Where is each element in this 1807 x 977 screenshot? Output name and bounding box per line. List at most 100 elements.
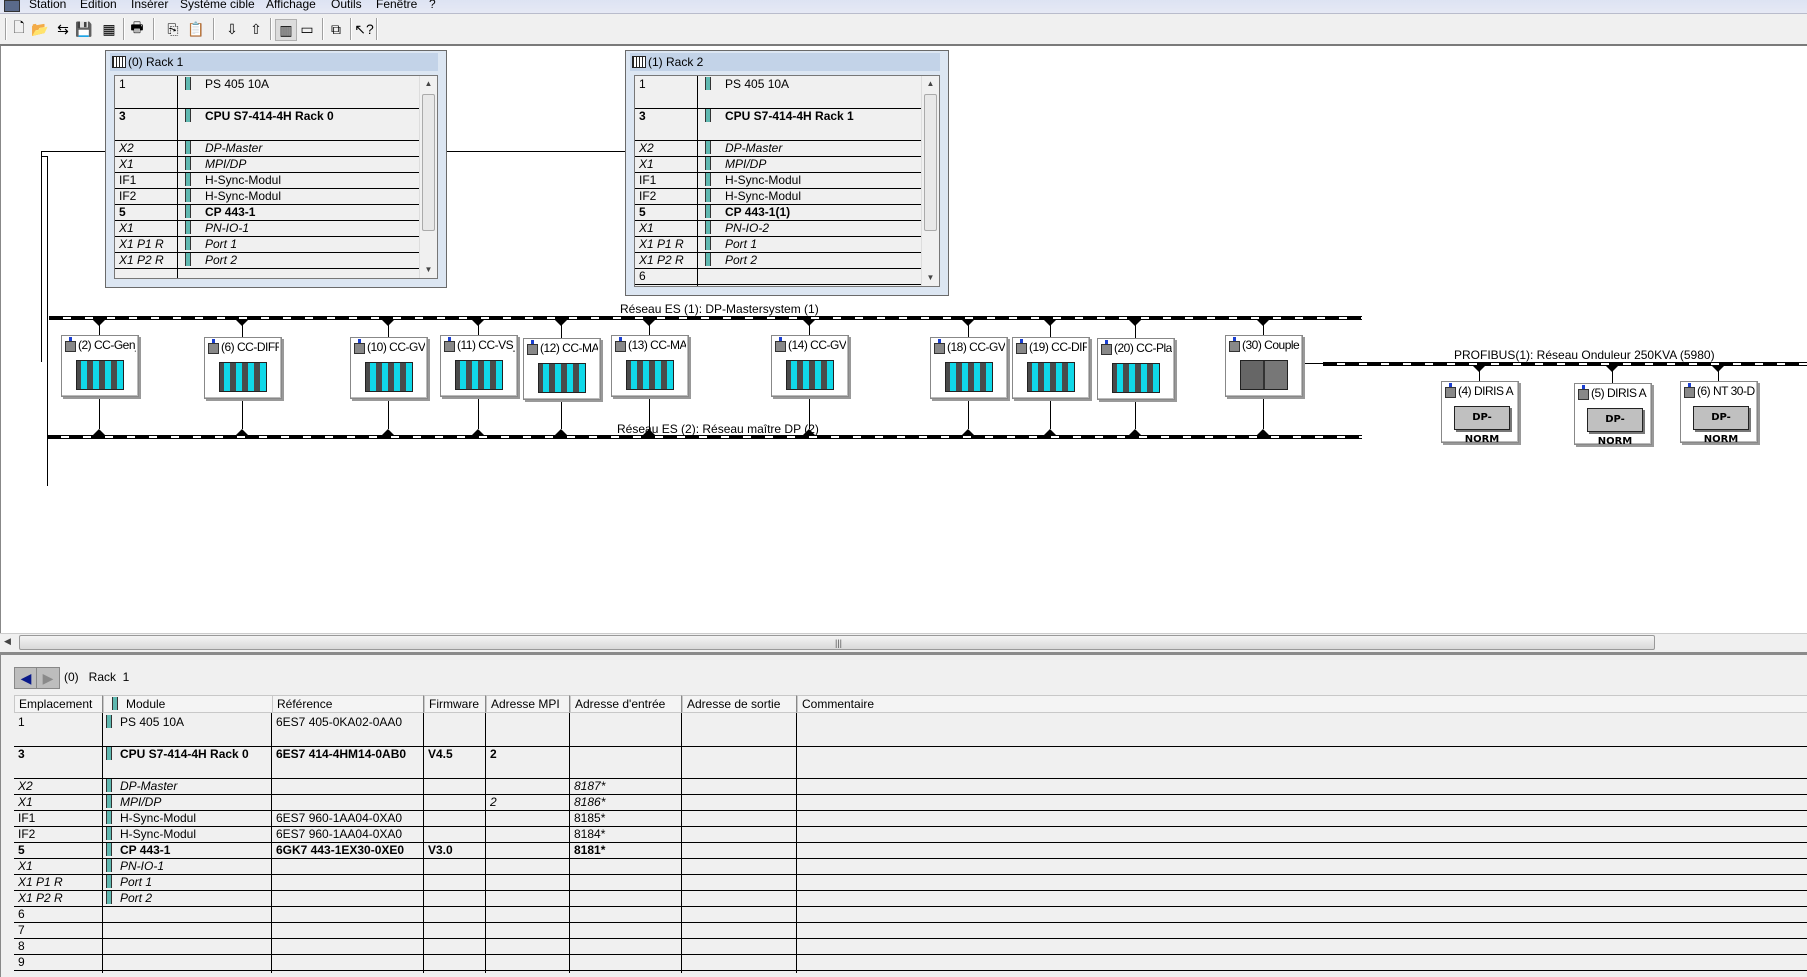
rack-slot-row[interactable]: IF1 H-Sync-Modul [115, 172, 419, 189]
column-header[interactable]: Adresse MPI [486, 695, 570, 713]
table-row[interactable]: 7 [14, 922, 1807, 939]
table-row[interactable]: X1 P2 R Port 2 [14, 890, 1807, 907]
scroll-thumb[interactable]: ||| [19, 635, 1655, 650]
profibus-slave[interactable]: (6) NT 30-D DP-NORM [1680, 381, 1758, 445]
dp-slave-station[interactable]: (14) CC-GV_ [771, 335, 849, 397]
dp-slave-station[interactable]: (12) CC-MA [523, 338, 601, 400]
rack-slot-row[interactable]: 6 [635, 268, 921, 285]
scroll-up-icon[interactable]: ▲ [922, 76, 939, 92]
profibus-slave[interactable]: (4) DIRIS A DP-NORM [1441, 381, 1519, 445]
open-icon[interactable]: 📂 [30, 19, 50, 39]
rack-slot-row[interactable]: X1 MPI/DP [115, 156, 419, 173]
copy-icon[interactable]: ⎘ [163, 19, 183, 39]
rack-title[interactable]: (0) Rack 1 [110, 53, 438, 71]
column-header[interactable]: Emplacement [14, 695, 103, 713]
rack-scrollbar[interactable]: ▲ ▼ [419, 76, 437, 278]
scroll-down-icon[interactable]: ▼ [420, 262, 437, 278]
bus1-label[interactable]: Réseau ES (1): DP-Mastersystem (1) [620, 302, 819, 316]
column-header[interactable]: Module [103, 695, 276, 713]
rack-0-window[interactable]: (0) Rack 1 1 PS 405 10A 3 CPU S7-414-4H Rac… [105, 50, 447, 288]
table-row[interactable]: 5 CP 443-1 6GK7 443-1EX30-0XE0 V3.0 8181* [14, 842, 1807, 859]
menu-systeme-cible[interactable]: Système cible [180, 0, 255, 11]
scroll-down-icon[interactable]: ▼ [922, 270, 939, 286]
network-icon[interactable]: ⧉ [326, 19, 346, 39]
dp-slave-station[interactable]: (10) CC-GV_ [350, 337, 428, 399]
forward-arrow-icon[interactable]: ▶ [36, 667, 60, 689]
rack-slot-row[interactable]: IF1 H-Sync-Modul [635, 172, 921, 189]
column-header[interactable]: Référence [272, 695, 424, 713]
column-header[interactable]: Adresse d'entrée [570, 695, 682, 713]
menu-help[interactable]: ? [429, 0, 436, 11]
rack-slot-row[interactable]: IF2 H-Sync-Modul [635, 188, 921, 205]
table-row[interactable]: IF2 H-Sync-Modul 6ES7 960-1AA04-0XA0 8184* [14, 826, 1807, 843]
dp-slave-station[interactable]: (19) CC-DIF [1012, 337, 1090, 399]
rack-1-window[interactable]: (1) Rack 2 1 PS 405 10A 3 CPU S7-414-4H Rac… [625, 50, 949, 296]
dp-slave-station[interactable]: (11) CC-VS_ [440, 335, 518, 397]
new-icon[interactable]: 🗋 [9, 19, 29, 39]
table-row[interactable]: 6 [14, 906, 1807, 923]
menu-edition[interactable]: Edition [80, 0, 117, 11]
table-row[interactable]: X1 PN-IO-1 [14, 858, 1807, 875]
table-row[interactable]: IF1 H-Sync-Modul 6ES7 960-1AA04-0XA0 8185* [14, 810, 1807, 827]
rack-slot-row[interactable]: X1 P1 R Port 1 [115, 236, 419, 253]
menu-station[interactable]: Station [29, 0, 66, 11]
scroll-up-icon[interactable]: ▲ [420, 76, 437, 92]
rack-slot-row[interactable]: X1 PN-IO-1 [115, 220, 419, 237]
rack-slot-row[interactable]: 5 CP 443-1(1) [635, 204, 921, 221]
rack-slot-row[interactable]: X1 PN-IO-2 [635, 220, 921, 237]
canvas-horizontal-scrollbar[interactable]: ◀ ||| [0, 633, 1807, 651]
rack-slot-row[interactable]: X1 MPI/DP [635, 156, 921, 173]
column-header[interactable]: Adresse de sortie [682, 695, 797, 713]
catalog-icon[interactable]: ▥ [275, 19, 297, 41]
hardware-canvas[interactable]: (0) Rack 1 1 PS 405 10A 3 CPU S7-414-4H Rac… [0, 46, 1807, 633]
dp-slave-station[interactable]: (6) CC-DIFF [204, 337, 282, 399]
rack-slot-row[interactable]: 1 PS 405 10A [635, 76, 921, 109]
scroll-thumb[interactable] [924, 94, 937, 231]
upload-icon[interactable]: ⇧ [246, 19, 266, 39]
profibus-onduleur[interactable] [1323, 362, 1807, 366]
dp-slave-station[interactable]: (18) CC-GV_ [930, 337, 1008, 399]
scroll-left-icon[interactable]: ◀ [4, 636, 11, 647]
table-row[interactable]: 1 PS 405 10A 6ES7 405-0KA02-0AA0 [14, 714, 1807, 747]
print-icon[interactable]: 🖶 [127, 19, 147, 39]
help-pointer-icon[interactable]: ↖? [354, 19, 374, 39]
menu-outils[interactable]: Outils [331, 0, 362, 11]
rack-slot-row[interactable]: X1 P2 R Port 2 [115, 252, 419, 269]
profibus-slave[interactable]: (5) DIRIS A DP-NORM [1574, 383, 1652, 447]
bus2-reseau-maitre[interactable] [47, 435, 1362, 439]
save-icon[interactable]: 💾 [74, 19, 94, 39]
table-row[interactable]: X2 DP-Master 8187* [14, 778, 1807, 795]
menu-fenetre[interactable]: Fenêtre [376, 0, 417, 11]
save-compile-icon[interactable]: ▦ [99, 19, 119, 39]
rack-slot-row[interactable]: X1 P2 R Port 2 [635, 252, 921, 269]
scroll-thumb[interactable] [422, 94, 435, 231]
table-row[interactable]: X1 MPI/DP 2 8186* [14, 794, 1807, 811]
rack-slot-row[interactable]: X1 P1 R Port 1 [635, 236, 921, 253]
table-row[interactable]: 9 [14, 954, 1807, 971]
column-header[interactable]: Commentaire [797, 695, 1807, 713]
window-icon[interactable]: ▭ [297, 19, 317, 39]
rack-slot-row[interactable]: 1 PS 405 10A [115, 76, 419, 109]
rack-scrollbar[interactable]: ▲ ▼ [921, 76, 939, 286]
rack-title[interactable]: (1) Rack 2 [630, 53, 940, 71]
table-row[interactable]: X1 P1 R Port 1 [14, 874, 1807, 891]
paste-icon[interactable]: 📋 [186, 19, 206, 39]
download-icon[interactable]: ⇩ [222, 19, 242, 39]
table-row[interactable]: 8 [14, 938, 1807, 955]
rack-slot-row[interactable]: X2 DP-Master [635, 140, 921, 157]
accessible-nodes-icon[interactable]: ⇆ [53, 19, 73, 39]
menu-inserer[interactable]: Insérer [131, 0, 168, 11]
dp-slave-station[interactable]: (2) CC-Gen_ [61, 335, 139, 397]
rack-slot-row[interactable]: 3 CPU S7-414-4H Rack 1 [635, 108, 921, 141]
rack-slot-row[interactable]: 5 CP 443-1 [115, 204, 419, 221]
rack-slot-row[interactable]: X2 DP-Master [115, 140, 419, 157]
back-arrow-icon[interactable]: ◀ [14, 667, 38, 689]
rack-slot-row[interactable]: 3 CPU S7-414-4H Rack 0 [115, 108, 419, 141]
table-row[interactable]: 3 CPU S7-414-4H Rack 0 6ES7 414-4HM14-0AB0… [14, 746, 1807, 779]
profibus-label[interactable]: PROFIBUS(1): Réseau Onduleur 250KVA (598… [1454, 348, 1715, 362]
column-header[interactable]: Firmware [424, 695, 486, 713]
dp-slave-station[interactable]: (20) CC-Plat [1097, 338, 1175, 400]
dp-slave-station[interactable]: (13) CC-MA [611, 335, 689, 397]
rack-slot-row[interactable]: IF2 H-Sync-Modul [115, 188, 419, 205]
menu-affichage[interactable]: Affichage [266, 0, 316, 11]
